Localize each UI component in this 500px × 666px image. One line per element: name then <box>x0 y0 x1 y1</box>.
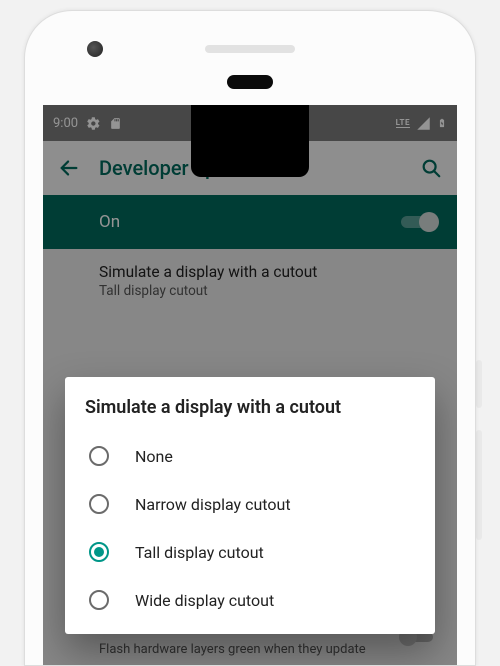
radio-icon <box>89 494 109 514</box>
earpiece <box>205 45 295 53</box>
radio-icon <box>89 446 109 466</box>
cutout-option-tall[interactable]: Tall display cutout <box>85 528 415 576</box>
cutout-option-none[interactable]: None <box>85 432 415 480</box>
cutout-option-wide[interactable]: Wide display cutout <box>85 576 415 624</box>
option-label: Wide display cutout <box>135 591 274 610</box>
sensor-pill <box>227 75 273 89</box>
cutout-option-narrow[interactable]: Narrow display cutout <box>85 480 415 528</box>
radio-icon <box>89 590 109 610</box>
phone-side-button-top <box>476 360 482 408</box>
front-camera <box>87 41 103 57</box>
option-label: None <box>135 447 173 466</box>
phone-side-button-bottom <box>476 430 482 540</box>
option-label: Narrow display cutout <box>135 495 291 514</box>
cutout-dialog: Simulate a display with a cutout None Na… <box>65 377 435 634</box>
phone-frame: 9:00 LTE D <box>24 10 476 666</box>
dialog-title: Simulate a display with a cutout <box>85 397 415 418</box>
radio-icon-selected <box>89 542 109 562</box>
screen: 9:00 LTE D <box>43 105 457 665</box>
option-label: Tall display cutout <box>135 543 264 562</box>
